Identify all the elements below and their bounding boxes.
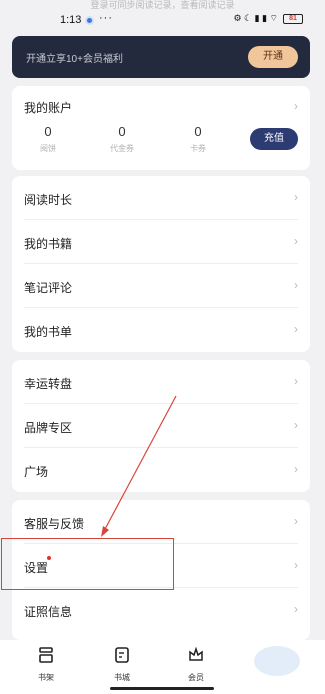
- menu-item-label: 广场: [24, 465, 49, 479]
- tab-label: 书架: [38, 673, 54, 682]
- bookshelf-icon: [39, 647, 53, 663]
- crown-icon: [189, 646, 203, 661]
- home-indicator: [110, 687, 214, 690]
- chevron-right-icon: ›: [294, 374, 298, 388]
- signal-icons: ⚙ ☾ ▮ ▮ ⌔: [233, 13, 278, 23]
- watermark-blob: [254, 646, 300, 676]
- bookstore-icon: [115, 647, 129, 663]
- status-time: 1:13: [60, 14, 82, 26]
- menu-item-label: 幸运转盘: [24, 377, 73, 391]
- chevron-right-icon[interactable]: ›: [294, 99, 298, 113]
- menu-item-licenses[interactable]: 证照信息 ›: [12, 588, 310, 632]
- tab-bookshelf[interactable]: 书架: [26, 646, 66, 683]
- menu-item-notes[interactable]: 笔记评论 ›: [12, 264, 310, 308]
- menu-item-lucky-wheel[interactable]: 幸运转盘 ›: [12, 360, 310, 404]
- menu-item-label: 证照信息: [24, 605, 73, 619]
- menu-item-brand-zone[interactable]: 品牌专区 ›: [12, 404, 310, 448]
- activity-group: 幸运转盘 › 品牌专区 › 广场 ›: [12, 360, 310, 492]
- stat-cards[interactable]: 0 卡券: [168, 124, 228, 154]
- stat-coins[interactable]: 0 阅饼: [18, 124, 78, 154]
- chevron-right-icon: ›: [294, 602, 298, 616]
- account-card: 我的账户 › 0 阅饼 0 代金券 0 卡券 充值: [12, 86, 310, 170]
- stat-value: 0: [194, 124, 202, 139]
- stat-value: 0: [118, 124, 126, 139]
- menu-item-reading-time[interactable]: 阅读时长 ›: [12, 176, 310, 220]
- status-right-icons: ⚙ ☾ ▮ ▮ ⌔ 81: [233, 13, 303, 24]
- chevron-right-icon: ›: [294, 234, 298, 248]
- menu-item-label: 笔记评论: [24, 281, 73, 295]
- chevron-right-icon: ›: [294, 558, 298, 572]
- menu-item-my-books[interactable]: 我的书籍 ›: [12, 220, 310, 264]
- annotation-highlight-box: [1, 538, 174, 590]
- menu-item-square[interactable]: 广场 ›: [12, 448, 310, 492]
- tab-label: 会员: [188, 673, 204, 682]
- recharge-button[interactable]: 充值: [250, 128, 298, 150]
- chevron-right-icon: ›: [294, 278, 298, 292]
- tab-bookstore[interactable]: 书城: [102, 646, 142, 683]
- menu-item-label: 品牌专区: [24, 421, 73, 435]
- chevron-right-icon: ›: [294, 418, 298, 432]
- chevron-right-icon: ›: [294, 514, 298, 528]
- chevron-right-icon: ›: [294, 190, 298, 204]
- battery-icon: 81: [283, 13, 303, 24]
- menu-item-label: 客服与反馈: [24, 517, 85, 531]
- stat-label: 代金券: [110, 144, 134, 153]
- status-bar: 1:13 ··· ⚙ ☾ ▮ ▮ ⌔ 81: [0, 10, 325, 32]
- account-title[interactable]: 我的账户: [24, 99, 72, 116]
- menu-item-label: 阅读时长: [24, 193, 73, 207]
- top-hint-text: 登录可同步阅读记录，查看阅读记录: [90, 0, 235, 10]
- vip-banner-text: 开通立享10+会员福利: [26, 54, 123, 65]
- stat-label: 卡券: [190, 144, 206, 153]
- menu-item-booklists[interactable]: 我的书单 ›: [12, 308, 310, 352]
- tab-vip[interactable]: 会员: [176, 646, 216, 683]
- stat-value: 0: [44, 124, 52, 139]
- chevron-right-icon: ›: [294, 322, 298, 336]
- stat-vouchers[interactable]: 0 代金券: [92, 124, 152, 154]
- notification-dot-icon: [85, 16, 94, 25]
- stat-label: 阅饼: [40, 144, 56, 153]
- menu-item-label: 我的书籍: [24, 237, 73, 251]
- tab-label: 书城: [114, 673, 130, 682]
- status-more-icon: ···: [99, 12, 113, 24]
- chevron-right-icon: ›: [294, 462, 298, 476]
- vip-banner[interactable]: 开通立享10+会员福利 开通: [12, 36, 310, 78]
- menu-item-label: 我的书单: [24, 325, 73, 339]
- vip-open-button[interactable]: 开通: [248, 46, 298, 68]
- reading-group: 阅读时长 › 我的书籍 › 笔记评论 › 我的书单 ›: [12, 176, 310, 352]
